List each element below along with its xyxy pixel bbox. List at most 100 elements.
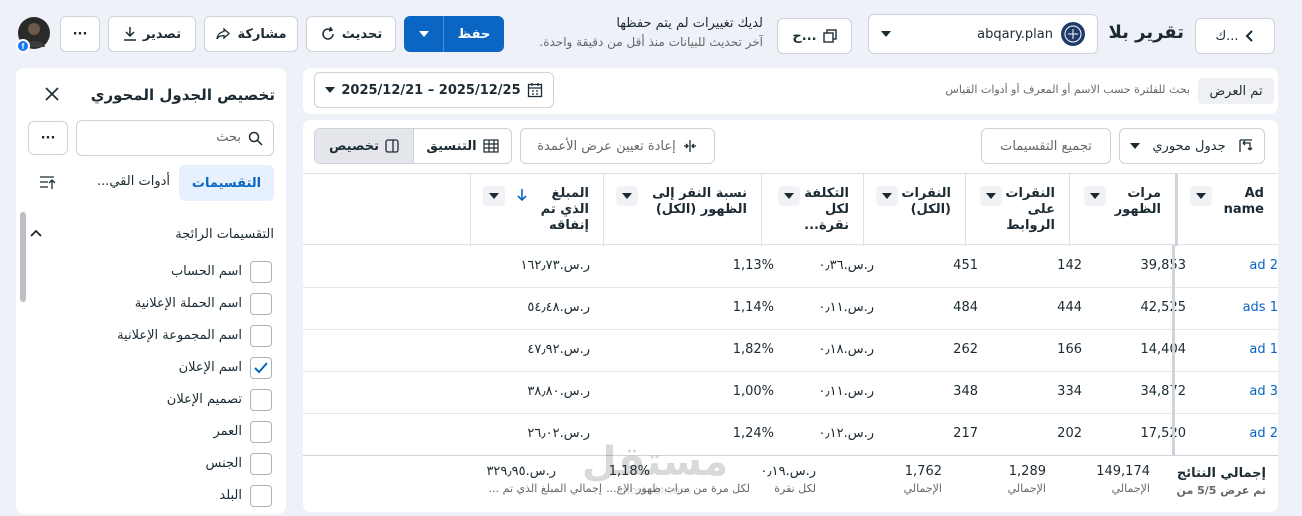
applied-filter-chip[interactable]: تم العرض — [1198, 78, 1274, 104]
cell-link-clicks: 202 — [1057, 426, 1082, 441]
breakdown-checkbox[interactable] — [250, 325, 272, 347]
cell-link-clicks: 334 — [1057, 384, 1082, 399]
refresh-icon — [320, 26, 336, 42]
ad-name-link[interactable]: ad 3 — [1249, 384, 1278, 399]
total-clicks-sub: الإجمالي — [903, 482, 942, 495]
breakdown-checkbox[interactable] — [250, 261, 272, 283]
table-row[interactable] — [303, 413, 1278, 455]
cell-clicks: 348 — [953, 384, 978, 399]
refresh-button[interactable]: تحديث — [306, 16, 396, 52]
chevron-down-icon[interactable] — [616, 186, 638, 206]
breakdown-option-label[interactable]: تصميم الإعلان — [60, 392, 242, 407]
breakdown-checkbox[interactable] — [250, 421, 272, 443]
cell-link-clicks: 166 — [1057, 342, 1082, 357]
save-dropdown-button[interactable] — [404, 16, 444, 52]
total-impressions-value: 149,174 — [1096, 464, 1150, 479]
breakdown-option-label[interactable]: اسم الإعلان — [60, 360, 242, 375]
breakdown-checkbox[interactable] — [250, 293, 272, 315]
share-button[interactable]: مشاركة — [204, 16, 298, 52]
col-impressions[interactable]: مرات الظهور — [1069, 174, 1175, 246]
cell-cpc: ر.س.٠٫١٢ — [818, 426, 874, 441]
total-ctr-sub: لكل مرة من مرات ظهور الإع... — [606, 482, 750, 495]
cell-ctr: 1,00% — [732, 384, 774, 399]
total-spent-sub: إجمالي المبلغ الذي تم ... — [488, 482, 602, 495]
chevron-down-icon — [1130, 143, 1140, 149]
panel-scrollbar[interactable] — [20, 212, 26, 302]
breakdown-checkbox[interactable] — [250, 357, 272, 379]
panel-search-input[interactable]: بحث — [76, 120, 274, 156]
reset-widths-label: إعادة تعيين عرض الأعمدة — [537, 138, 676, 154]
table-row[interactable] — [303, 245, 1278, 287]
compare-button[interactable]: ح... — [777, 18, 852, 54]
format-button[interactable]: التنسيق — [413, 129, 511, 163]
date-range-picker[interactable]: 2025/12/21 – 2025/12/25 — [314, 72, 554, 108]
total-ctr-value: 1,18% — [608, 464, 650, 479]
breakdown-checkbox[interactable] — [250, 389, 272, 411]
profile-avatar[interactable]: f — [16, 17, 50, 53]
total-link-clicks: 1,289 الإجمالي — [1008, 464, 1046, 495]
breakdown-option-label[interactable]: اسم الحساب — [60, 264, 242, 279]
customize-label: تخصيص — [328, 138, 380, 154]
panel-icon — [385, 139, 399, 153]
chevron-down-icon[interactable] — [1084, 186, 1106, 206]
view-selector[interactable]: جدول محوري — [1119, 128, 1265, 164]
chevron-down-icon[interactable] — [1190, 186, 1212, 206]
chevron-down-icon[interactable] — [778, 186, 800, 206]
table-row[interactable] — [303, 329, 1278, 371]
cell-ctr: 1,14% — [732, 300, 774, 315]
table-row[interactable] — [303, 371, 1278, 413]
col-ad-name-label: Ad name — [1223, 186, 1264, 217]
col-cpc[interactable]: التكلفة لكل نقرة... — [761, 174, 863, 246]
close-icon[interactable] — [42, 84, 62, 104]
total-link-clicks-value: 1,289 — [1008, 464, 1046, 479]
sort-icon[interactable] — [38, 174, 56, 192]
back-button[interactable]: ك... — [1195, 18, 1275, 54]
cell-impressions: 42,525 — [1140, 300, 1187, 315]
col-ad-name[interactable]: Ad name — [1175, 174, 1278, 246]
chevron-down-icon[interactable] — [876, 186, 898, 206]
panel-search-placeholder: بحث — [216, 130, 241, 145]
sort-desc-icon[interactable] — [517, 188, 527, 202]
tab-breakdowns[interactable]: التقسيمات — [179, 165, 274, 201]
share-icon — [215, 26, 231, 42]
breakdown-option-label[interactable]: اسم الحملة الإعلانية — [60, 296, 242, 311]
cell-link-clicks: 142 — [1057, 258, 1082, 273]
customize-button[interactable]: تخصيص — [315, 129, 413, 163]
total-spent-value: ر.س.٣٢٩٫٩٥ — [486, 464, 556, 479]
breakdown-option-label[interactable]: البلد — [60, 488, 242, 503]
breakdown-option-label[interactable]: العمر — [60, 424, 242, 439]
table-header: Ad name مرات الظهور النقرات على الروابط … — [303, 173, 1278, 246]
cell-clicks: 484 — [953, 300, 978, 315]
chevron-up-icon[interactable] — [30, 229, 42, 237]
filter-search-input[interactable]: بحث للفلترة حسب الاسم أو المعرف أو أدوات… — [880, 83, 1190, 96]
total-cpc-sub: لكل نقرة — [774, 482, 816, 495]
panel-more-button[interactable]: ··· — [28, 121, 68, 155]
col-spent-label: المبلغ الذي تم إنفاقه — [540, 186, 589, 233]
col-impressions-label: مرات الظهور — [1114, 186, 1161, 217]
ad-name-link[interactable]: ad 1 — [1249, 342, 1278, 357]
group-breakdowns-button[interactable]: تجميع التقسيمات — [981, 128, 1111, 164]
breakdown-checkbox[interactable] — [250, 485, 272, 507]
chevron-down-icon[interactable] — [483, 186, 505, 206]
col-clicks[interactable]: النقرات (الكل) — [863, 174, 965, 246]
reset-column-widths-button[interactable]: إعادة تعيين عرض الأعمدة — [520, 128, 715, 164]
compare-label: ح... — [792, 28, 817, 44]
more-options-button[interactable]: ··· — [60, 16, 100, 52]
save-button[interactable]: حفظ — [444, 16, 504, 52]
ad-name-link[interactable]: ads 1 — [1243, 300, 1278, 315]
tab-metrics[interactable]: أدوات القي... — [80, 174, 170, 189]
total-ctr: 1,18% لكل مرة من مرات ظهور الإع... — [590, 464, 750, 495]
chevron-down-icon[interactable] — [980, 186, 1002, 206]
page-title: تقرير بلا — [1108, 22, 1184, 43]
ad-name-link[interactable]: ad 2 — [1249, 426, 1278, 441]
col-link-clicks[interactable]: النقرات على الروابط — [965, 174, 1069, 246]
ad-name-link[interactable]: ad 2 — [1249, 258, 1278, 273]
breakdown-option-label[interactable]: الجنس — [60, 456, 242, 471]
account-selector[interactable]: abqary.plan — [868, 14, 1098, 54]
breakdown-option-label[interactable]: اسم المجموعة الإعلانية — [60, 328, 242, 343]
export-button[interactable]: تصدير — [108, 16, 196, 52]
col-ctr[interactable]: نسبة النقر إلى الظهور (الكل) — [603, 174, 761, 246]
table-row[interactable] — [303, 287, 1278, 329]
breakdown-checkbox[interactable] — [250, 453, 272, 475]
col-spent[interactable]: المبلغ الذي تم إنفاقه — [470, 174, 603, 246]
